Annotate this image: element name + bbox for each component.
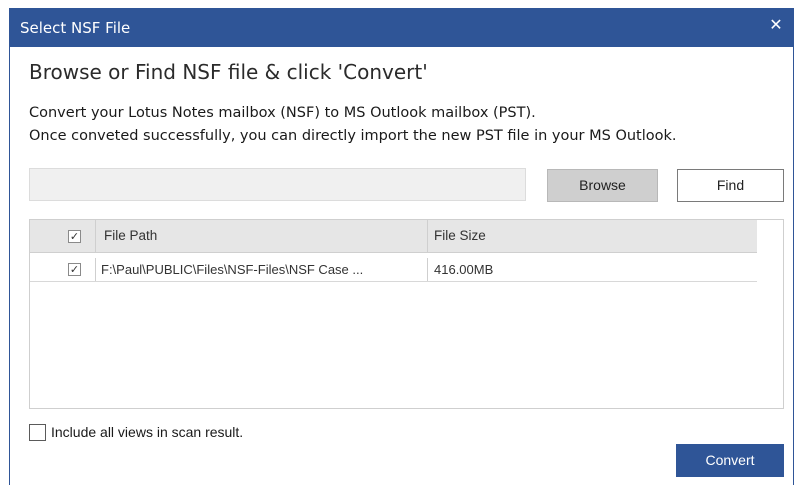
row-check-cell: ✓	[30, 258, 96, 281]
window-title: Select NSF File	[20, 19, 131, 37]
file-list-header: ✓ File Path File Size	[30, 220, 757, 253]
title-bar: Select NSF File ✕	[10, 8, 793, 47]
close-icon[interactable]: ✕	[765, 14, 787, 36]
find-button[interactable]: Find	[677, 169, 784, 202]
browse-button[interactable]: Browse	[547, 169, 658, 202]
nsf-path-input[interactable]	[29, 168, 526, 201]
header-check-cell: ✓	[30, 220, 96, 252]
dialog-heading: Browse or Find NSF file & click 'Convert…	[29, 60, 428, 84]
table-row[interactable]: ✓ F:\Paul\PUBLIC\Files\NSF-Files\NSF Cas…	[30, 258, 757, 282]
column-header-file-size[interactable]: File Size	[428, 220, 757, 252]
include-views-label: Include all views in scan result.	[51, 424, 244, 440]
row-file-path: F:\Paul\PUBLIC\Files\NSF-Files\NSF Case …	[96, 258, 428, 281]
row-checkbox[interactable]: ✓	[68, 263, 81, 276]
convert-button[interactable]: Convert	[676, 444, 784, 477]
description-line-1: Convert your Lotus Notes mailbox (NSF) t…	[29, 105, 536, 121]
description-line-2: Once conveted successfully, you can dire…	[29, 128, 677, 144]
select-nsf-dialog: Select NSF File ✕ Browse or Find NSF fil…	[9, 8, 794, 485]
file-list: ✓ File Path File Size ✓ F:\Paul\PUBLIC\F…	[29, 219, 784, 409]
select-all-checkbox[interactable]: ✓	[68, 230, 81, 243]
include-views-checkbox[interactable]	[29, 424, 46, 441]
column-header-file-path[interactable]: File Path	[96, 220, 428, 252]
row-file-size: 416.00MB	[434, 262, 494, 277]
